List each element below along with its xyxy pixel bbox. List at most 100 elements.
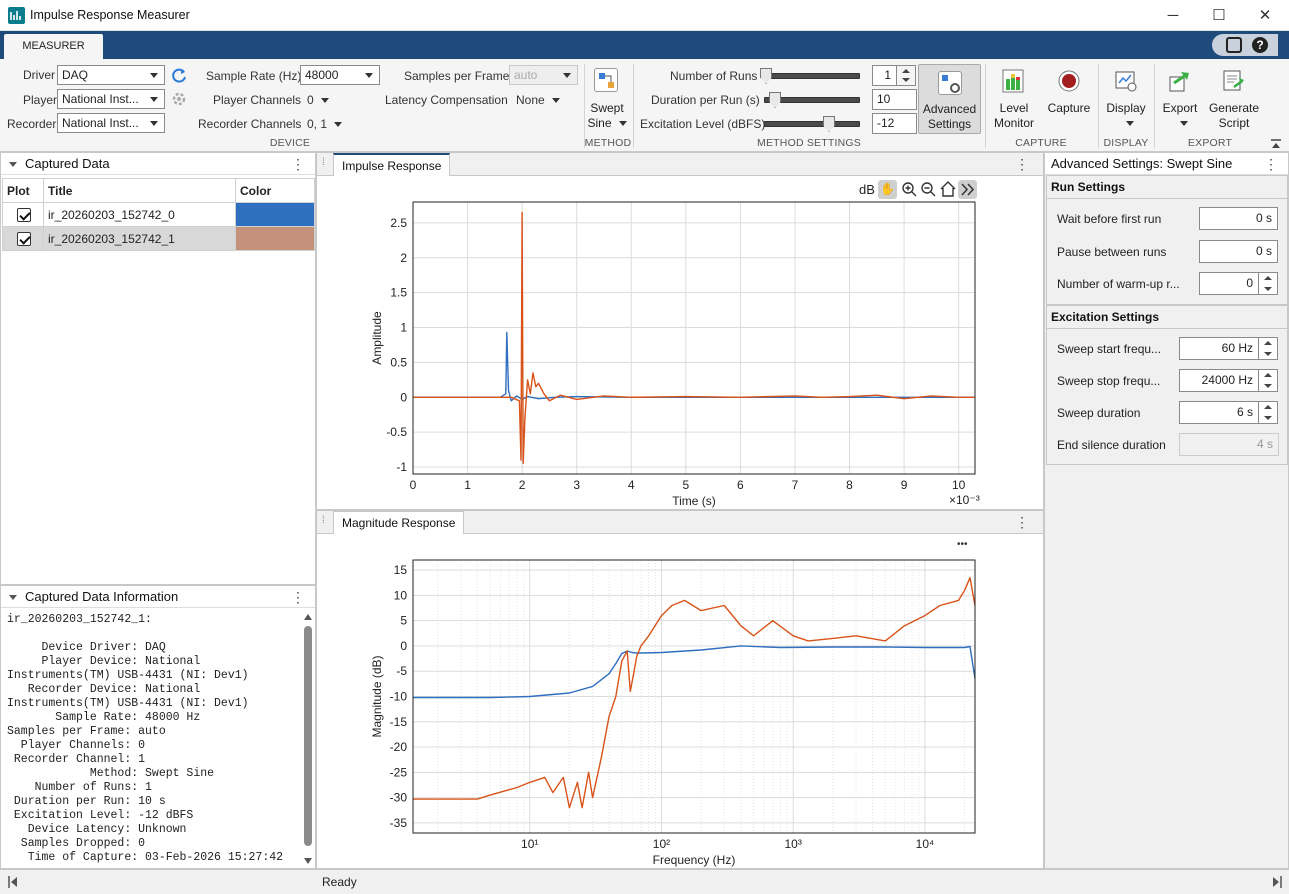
x-tick-label: 0 [410,478,417,492]
scrollbar-thumb[interactable] [304,626,312,846]
capture-button[interactable]: Capture [1044,101,1094,116]
excitation-input[interactable]: -12 [872,113,917,134]
x-tick-label: 10¹ [521,837,538,851]
impulse-response-chart[interactable]: 0 1 2 3 4 5 6 7 8 9 10 -1 -0.5 0 0.5 1 1.5 2 2.5 Time (s) Am… [317,193,1043,511]
magnitude-response-chart[interactable]: 10¹ 10² 10³ 10⁴ -35 -30 -25 -20 -15 -10 -5 0 5 10 15 Fr… [317,551,1043,870]
drag-handle-icon[interactable]: ⁞ [322,515,325,526]
advanced-settings-title: Advanced Settings: Swept Sine [1051,156,1233,171]
table-row[interactable]: ir_20260203_152742_1 [2,226,315,251]
maximize-button[interactable]: ☐ [1196,0,1242,31]
duration-per-run-label: Duration per Run (s) [651,93,760,107]
recorder-channels-dropdown[interactable]: 0, 1 [307,117,342,131]
plot-checkbox[interactable] [17,231,31,246]
minimize-button[interactable]: ─ [1150,0,1196,31]
advanced-settings-button[interactable]: Advanced Settings [918,64,981,134]
runs-spinner[interactable] [896,65,916,86]
x-tick-label: 2 [519,478,526,492]
info-title: Captured Data Information [25,589,179,604]
row-color-swatch[interactable] [235,202,315,227]
sweep-start-spinner[interactable] [1258,337,1278,360]
column-header-color[interactable]: Color [235,178,315,203]
column-header-plot[interactable]: Plot [2,178,44,203]
row-title: ir_20260203_152742_0 [43,202,236,227]
display-button[interactable]: Display [1103,101,1149,131]
player-dropdown[interactable]: National Inst... [57,89,165,109]
run-settings-section: Run Settings Wait before first run 0 s P… [1046,175,1288,305]
collapse-icon[interactable] [9,161,17,167]
runs-slider-track[interactable] [764,73,860,79]
warm-up-runs-spinner[interactable] [1258,272,1278,295]
refresh-icon[interactable] [170,66,188,84]
y-tick-label: -35 [390,816,408,830]
doc-tabbar: ⁞ Magnitude Response ⋮ [317,511,1043,534]
help-icon[interactable]: ? [1252,37,1268,53]
settings-icon[interactable] [1226,37,1242,53]
recorder-channels-label: Recorder Channels [198,117,302,131]
pause-between-runs-input[interactable]: 0 s [1199,240,1278,263]
collapse-right-icon[interactable] [1272,876,1282,888]
row-title: ir_20260203_152742_1 [43,226,236,251]
collapse-icon[interactable] [9,594,17,600]
warm-up-runs-input[interactable]: 0 [1199,272,1259,295]
y-tick-label: 1 [400,321,407,335]
impulse-response-panel: ⁞ Impulse Response ⋮ dB ✋ 0 1 2 3 4 5 6 7 8 9 10 -1… [316,152,1044,510]
export-button[interactable]: Export [1158,101,1202,131]
captured-data-header: Captured Data ⋮ [1,153,315,175]
player-channels-dropdown[interactable]: 0 [307,93,329,107]
y-tick-label: -15 [390,715,408,729]
wait-before-first-run-label: Wait before first run [1057,212,1162,226]
more-options-icon[interactable]: ⋮ [1015,156,1029,173]
plot-area [413,202,975,474]
warm-up-runs-label: Number of warm-up r... [1057,277,1180,291]
x-tick-label: 1 [464,478,471,492]
swept-sine-line1: Swept [590,101,624,115]
samples-per-frame-dropdown[interactable]: auto [509,65,578,85]
latency-compensation-dropdown[interactable]: None [516,93,560,107]
plot-checkbox[interactable] [17,207,31,222]
x-tick-label: 10 [952,478,966,492]
swept-sine-icon [594,68,618,92]
info-scrollbar[interactable] [302,612,314,868]
more-options-icon[interactable]: ⋮ [291,153,305,175]
y-tick-label: -1 [396,460,407,474]
scroll-up-icon[interactable] [304,614,312,620]
recorder-label: Recorder [7,117,57,131]
sample-rate-label: Sample Rate (Hz) [206,69,302,83]
duration-input[interactable]: 10 [872,89,917,110]
x-tick-label: 5 [682,478,689,492]
collapse-left-icon[interactable] [8,876,18,888]
runs-input[interactable]: 1 [872,65,898,86]
row-color-swatch[interactable] [235,226,315,251]
table-row[interactable]: ir_20260203_152742_0 [2,202,315,227]
tab-magnitude-response[interactable]: Magnitude Response [333,511,465,534]
sweep-start-frequency-input[interactable]: 60 Hz [1179,337,1259,360]
scroll-down-icon[interactable] [304,858,312,864]
sweep-duration-spinner[interactable] [1258,401,1278,424]
close-button[interactable]: ✕ [1242,0,1288,31]
excitation-slider-track[interactable] [764,121,860,127]
device-group-label: DEVICE [269,137,311,149]
more-options-icon[interactable]: ⋮ [1015,514,1029,531]
generate-script-button[interactable]: Generate Script [1206,101,1262,131]
more-options-icon[interactable]: ⋮ [291,586,305,608]
tab-impulse-response[interactable]: Impulse Response [333,153,451,176]
sweep-duration-input[interactable]: 6 s [1179,401,1259,424]
x-tick-label: 9 [901,478,908,492]
sample-rate-dropdown[interactable]: 48000 [300,65,380,85]
column-header-title[interactable]: Title [43,178,236,203]
driver-dropdown[interactable]: DAQ [57,65,165,85]
sweep-stop-spinner[interactable] [1258,369,1278,392]
doc-tabbar: ⁞ Impulse Response ⋮ [317,153,1043,176]
separator [633,64,634,148]
collapse-ribbon-icon[interactable] [1270,138,1282,148]
more-options-icon[interactable]: ⋮ [1264,153,1278,175]
tab-measurer[interactable]: MEASURER [4,34,103,59]
recorder-dropdown[interactable]: National Inst... [57,113,165,133]
swept-sine-button[interactable]: Swept Sine [585,101,629,131]
axes-toolbar-more-icon[interactable]: ••• [957,539,968,550]
drag-handle-icon[interactable]: ⁞ [322,157,325,168]
y-axis-label: Amplitude [370,311,384,365]
wait-before-first-run-input[interactable]: 0 s [1199,207,1278,230]
level-monitor-button[interactable]: Level Monitor [990,101,1038,131]
sweep-stop-frequency-input[interactable]: 24000 Hz [1179,369,1259,392]
